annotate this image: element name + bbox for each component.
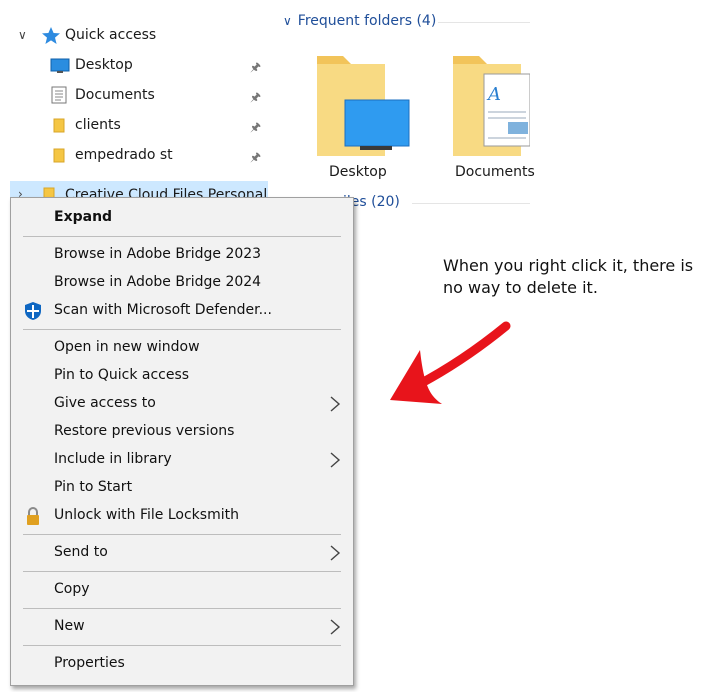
svg-text:A: A [486,84,501,105]
menu-item-label: Pin to Start [54,479,133,495]
divider [438,22,530,23]
menu-item-label: Pin to Quick access [54,367,190,383]
menu-item-label: Unlock with File Locksmith [54,507,239,523]
pin-icon[interactable]: 🖈 [250,118,264,134]
folder-tile-documents[interactable]: A Documents [448,50,544,190]
desktop-folder-icon [317,56,410,156]
menu-item-label: Copy [54,581,90,597]
folder-tile-desktop[interactable]: Desktop [312,50,410,190]
menu-item-give-access[interactable]: Give access to [11,390,353,418]
menu-item-unlock-locksmith[interactable]: Unlock with File Locksmith [11,502,353,530]
menu-separator [23,571,341,572]
menu-item-label: Give access to [54,395,156,411]
pin-icon[interactable]: 🖈 [250,148,264,164]
divider [412,203,530,204]
menu-item-label: Expand [54,209,113,225]
tile-label: Desktop [329,164,387,180]
folder-icon [53,148,65,163]
chevron-right-icon [330,619,341,635]
star-icon [42,27,60,44]
folder-icon [53,118,65,133]
menu-item-copy[interactable]: Copy [11,576,353,604]
padlock-icon [27,507,39,525]
menu-item-properties[interactable]: Properties [11,650,353,678]
chevron-down-icon[interactable]: ∨ [283,14,292,28]
menu-item-include-library[interactable]: Include in library [11,446,353,474]
sidebar-item-desktop[interactable]: Desktop [75,57,133,73]
annotation-text: When you right click it, there is no way… [443,256,694,297]
sidebar-item-documents[interactable]: Documents [75,87,155,103]
menu-item-send-to[interactable]: Send to [11,539,353,567]
menu-item-bridge-2023[interactable]: Browse in Adobe Bridge 2023 [11,241,353,269]
menu-item-label: Scan with Microsoft Defender... [54,302,272,318]
menu-separator [23,608,341,609]
sidebar-item-clients[interactable]: clients [75,117,121,133]
chevron-right-icon [330,545,341,561]
menu-item-defender-scan[interactable]: Scan with Microsoft Defender... [11,297,353,325]
quick-access-label[interactable]: Quick access [65,27,156,43]
menu-item-new[interactable]: New [11,613,353,641]
menu-item-pin-quick-access[interactable]: Pin to Quick access [11,362,353,390]
menu-item-bridge-2024[interactable]: Browse in Adobe Bridge 2024 [11,269,353,297]
frequent-folders-label: Frequent folders (4) [297,13,437,29]
menu-item-label: Browse in Adobe Bridge 2024 [54,274,262,290]
sidebar-item-empedrado-st[interactable]: empedrado st [75,147,173,163]
menu-separator [23,329,341,330]
chevron-right-icon [330,452,341,468]
red-arrow-icon [390,321,511,404]
defender-shield-icon [25,302,41,320]
menu-item-label: Restore previous versions [54,423,235,439]
tile-label: Documents [455,164,535,180]
pin-icon[interactable]: 🖈 [250,58,264,74]
menu-item-open-new-window[interactable]: Open in new window [11,334,353,362]
menu-separator [23,236,341,237]
menu-item-restore-previous[interactable]: Restore previous versions [11,418,353,446]
menu-item-label: Open in new window [54,339,200,355]
menu-item-label: Properties [54,655,125,671]
menu-item-label: Send to [54,544,108,560]
documents-folder-icon: A [453,56,531,156]
menu-separator [23,534,341,535]
menu-item-label: Browse in Adobe Bridge 2023 [54,246,262,262]
pin-icon[interactable]: 🖈 [250,88,264,104]
menu-item-expand[interactable]: Expand [11,204,353,232]
documents-icon [51,86,67,104]
menu-item-pin-start[interactable]: Pin to Start [11,474,353,502]
menu-item-label: New [54,618,85,634]
context-menu: Expand Browse in Adobe Bridge 2023 Brows… [10,197,354,686]
chevron-down-icon[interactable]: ∨ [18,28,27,42]
menu-item-label: Include in library [54,451,172,467]
menu-separator [23,645,341,646]
frequent-folders-header[interactable]: ∨ Frequent folders (4) [283,13,436,29]
desktop-icon [50,58,70,73]
chevron-right-icon [330,396,341,412]
